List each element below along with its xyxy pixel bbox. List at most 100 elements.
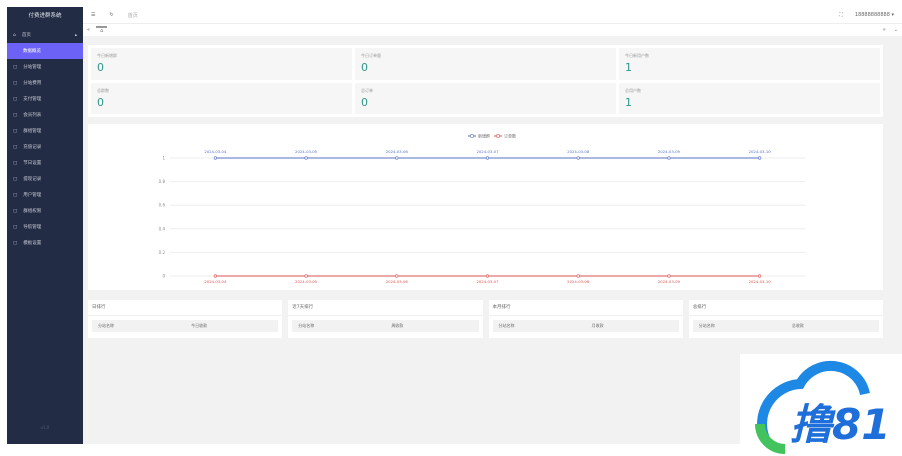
stat-label: 总订单 (361, 87, 373, 93)
col-name: 分站名称 (698, 323, 715, 328)
sidebar-item[interactable]: ▢ 充值记录 (7, 139, 83, 155)
menu-icon: ▢ (13, 176, 18, 182)
x-tick-label: 2024-03-08 (567, 279, 590, 284)
ranking-panel: 日排行 分站名称 今日收款 (88, 300, 283, 338)
line-chart: 0 0.2 0.4 0.6 0.8 1 2024-03-04 2024-03-05 2024-0… (88, 124, 883, 290)
data-point (758, 156, 762, 160)
menu-toggle-icon[interactable]: ☰ (91, 12, 95, 18)
data-point (395, 274, 399, 278)
legend-label: 订单数 (504, 133, 516, 139)
stat-card: 总订单 0 (355, 82, 616, 114)
ranking-panel: 总排行分站名称 总收款 (688, 300, 883, 338)
data-point (576, 274, 580, 278)
svg-text:撸81: 撸81 (790, 400, 890, 449)
data-point (667, 274, 671, 278)
menu-icon: ▢ (13, 224, 18, 230)
tabs-next-icon[interactable]: » (883, 27, 886, 33)
col-name: 分站名称 (298, 323, 315, 328)
sidebar-item[interactable]: ▢ 模板设置 (7, 235, 83, 251)
legend-marker (470, 134, 474, 138)
x-tick-label: 2024-03-10 (749, 149, 772, 154)
ranking-title: 近7天排行 (288, 300, 483, 316)
stat-card: 今日订单量 0 (355, 48, 616, 80)
data-point (213, 274, 217, 278)
stat-value: 0 (361, 95, 368, 109)
x-tick-label: 2024-03-05 (295, 149, 318, 154)
sidebar-item[interactable]: 数据概览 (7, 43, 83, 59)
data-point (485, 274, 490, 278)
refresh-icon[interactable]: ↻ (109, 12, 113, 18)
stat-card: 总用户数 1 (619, 82, 880, 114)
app-title: 付费进群系统 (28, 13, 62, 19)
data-point (304, 274, 308, 278)
menu-icon: ▢ (13, 64, 18, 70)
data-point (213, 156, 217, 160)
col-amount: 总收款 (791, 323, 804, 328)
stat-label: 今日新增群 (97, 53, 117, 58)
menu-icon: ▢ (13, 208, 18, 214)
data-point (485, 156, 490, 160)
ranking-title: 总排行 (688, 300, 883, 316)
x-tick-label: 2024-03-07 (476, 149, 499, 154)
tab-home[interactable]: ⌂ (96, 26, 108, 34)
sidebar-item[interactable]: ▢ 支付管理 (7, 91, 83, 107)
data-point (304, 156, 308, 160)
sidebar-item[interactable]: ▢ 群组权限 (7, 203, 83, 219)
sidebar-item[interactable]: ▢ 分站管理 (7, 59, 83, 75)
col-amount: 周收款 (391, 323, 404, 328)
sidebar-item[interactable]: ▢ 会员列表 (7, 107, 83, 123)
ranking-header: 分站名称 周收款 (292, 320, 479, 332)
col-amount: 今日收款 (191, 323, 208, 328)
stat-label: 总群数 (97, 87, 109, 93)
ranking-title: 本月排行 (488, 300, 683, 316)
col-name: 分站名称 (498, 323, 515, 328)
y-tick-label: 0.8 (159, 179, 166, 184)
sidebar-item[interactable]: ▢ 用户管理 (7, 187, 83, 203)
sidebar-item[interactable]: ▢ 群组管理 (7, 123, 83, 139)
y-tick-label: 0.4 (159, 226, 166, 231)
ranking-header: 分站名称 总收款 (692, 320, 879, 332)
ranking-panel: 近7天排行分站名称 周收款 (288, 300, 483, 338)
x-tick-label: 2024-03-10 (749, 279, 772, 284)
legend-marker (496, 134, 500, 138)
menu-icon: ▢ (13, 240, 18, 246)
x-tick-label: 2024-03-04 (204, 149, 227, 154)
sidebar-item[interactable]: ▢ 提现记录 (7, 171, 83, 187)
sidebar-item[interactable]: ▢ 节日设置 (7, 155, 83, 171)
stat-value: 0 (361, 61, 368, 74)
sidebar-item[interactable]: ▢ 导航管理 (7, 219, 83, 235)
stat-label: 今日订单量 (361, 53, 381, 58)
stat-value: 0 (97, 95, 104, 109)
watermark-logo: 撸81 (740, 354, 902, 454)
stat-label: 今日新用户数 (625, 53, 649, 58)
menu-icon: ▢ (13, 192, 18, 198)
menu-icon: ▢ (13, 96, 18, 102)
menu-icon: ▢ (13, 112, 18, 118)
menu-icon: ▢ (13, 80, 18, 86)
x-tick-label: 2024-03-09 (658, 279, 681, 284)
sidebar-item-home[interactable]: ⌂ 首页 ▴ (7, 27, 83, 43)
fullscreen-icon[interactable]: ⛶ (839, 12, 843, 18)
y-tick-label: 0 (162, 274, 165, 279)
data-point (667, 156, 671, 160)
y-tick-label: 0.2 (159, 250, 166, 255)
user-menu[interactable]: 18888888888 ▾ (855, 12, 894, 18)
tabs-prev-icon[interactable]: « (87, 27, 90, 33)
sidebar: 付费进群系统 ⌂ 首页 ▴ 数据概览 ▢ 分站管理 ▢ 分站费用 ▢ 支付管理 ▢ 会员列表 ▢ 群组管… (7, 7, 83, 444)
col-name: 分站名称 (98, 323, 114, 328)
x-tick-label: 2024-03-06 (386, 279, 409, 284)
home-icon: ⌂ (13, 32, 16, 38)
sidebar-item[interactable]: ▢ 分站费用 (7, 75, 83, 91)
ranking-header: 分站名称 今日收款 (92, 320, 279, 332)
tabs-menu-icon[interactable]: ⌄ (894, 27, 898, 33)
breadcrumb: 首页 (127, 12, 138, 19)
data-point (758, 274, 762, 278)
col-amount: 月收款 (591, 323, 604, 328)
menu-icon: ▢ (13, 144, 18, 150)
x-tick-label: 2024-03-06 (386, 149, 409, 154)
menu-icon: ▢ (13, 160, 18, 166)
legend-label: 新增群 (478, 133, 490, 139)
x-tick-label: 2024-03-08 (567, 149, 590, 154)
data-point (395, 156, 399, 160)
x-tick-label: 2024-03-05 (295, 279, 318, 284)
